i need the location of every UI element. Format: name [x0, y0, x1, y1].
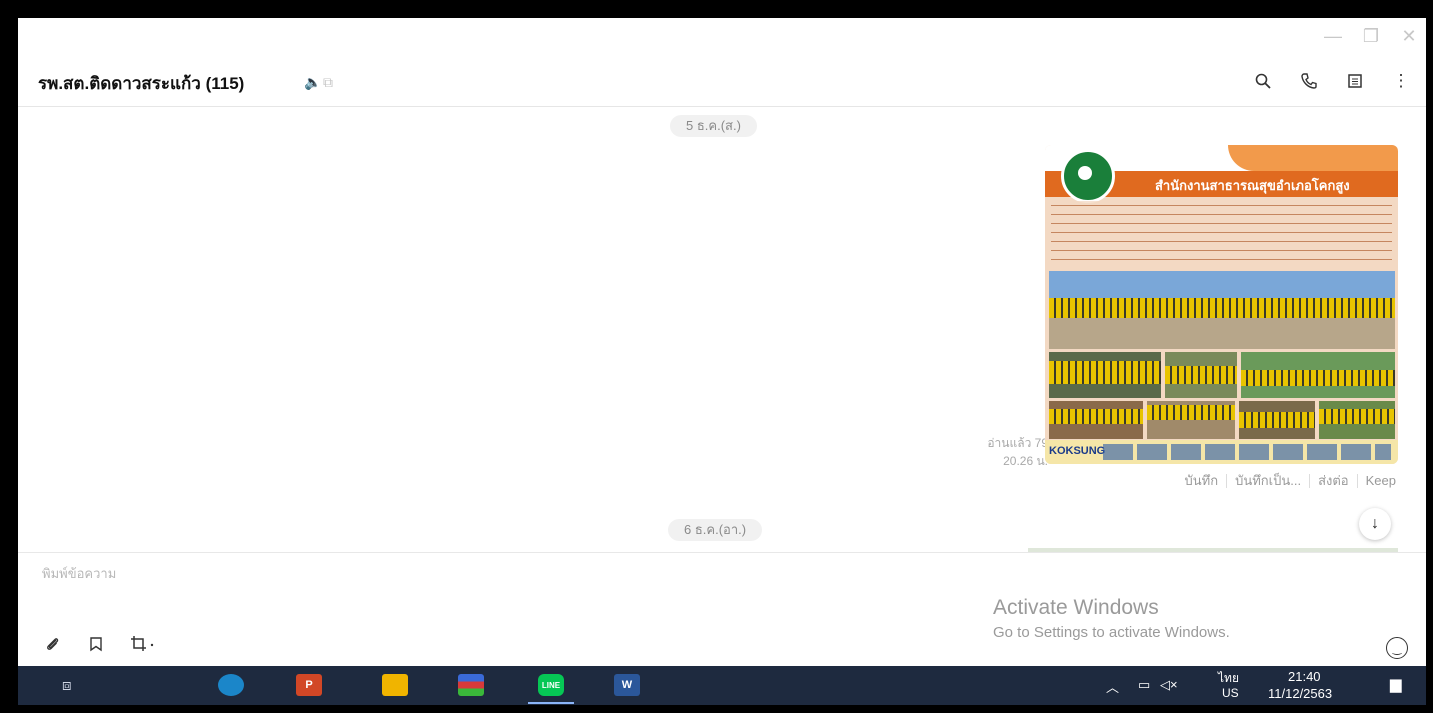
winrar-icon	[458, 674, 484, 696]
activity-photo	[1147, 401, 1235, 439]
active-indicator	[528, 702, 574, 704]
emoji-icon[interactable]: ‿	[1386, 637, 1408, 659]
maximize-icon[interactable]: ❐	[1362, 26, 1380, 47]
message-actions: บันทึก บันทึกเป็น... ส่งต่อ Keep	[1184, 470, 1396, 491]
activity-photo	[1239, 401, 1315, 439]
poster-title: สำนักงานสาธารณสุขอำเภอโคกสูง	[1155, 178, 1350, 193]
mute-icon[interactable]: 🔈	[304, 74, 321, 91]
taskbar-app-file-explorer[interactable]	[382, 672, 408, 698]
popout-icon[interactable]: ⧉	[323, 74, 333, 91]
task-view-button[interactable]: ⧈	[62, 672, 72, 698]
notes-icon[interactable]	[1344, 70, 1366, 92]
date-separator: 5 ธ.ค.(ส.)	[670, 115, 757, 137]
taskbar-app-edge[interactable]	[218, 672, 244, 698]
taskbar-app-winrar[interactable]	[458, 672, 484, 698]
poster-body-text	[1051, 201, 1392, 267]
watermark-line1: Activate Windows	[993, 596, 1159, 619]
keep-action[interactable]: Keep	[1366, 473, 1396, 488]
powerpoint-icon: P	[296, 674, 322, 696]
activity-photo	[1049, 352, 1161, 398]
language-bottom[interactable]: US	[1222, 686, 1239, 700]
window-controls: — ❐ ✕	[1324, 26, 1418, 47]
poster-ribbon	[1228, 145, 1398, 171]
taskbar-app-line[interactable]: LINE	[528, 672, 574, 704]
crop-icon[interactable]	[130, 635, 156, 658]
taskbar-app-word[interactable]: W	[614, 672, 640, 698]
bookmark-icon[interactable]	[88, 636, 104, 657]
activity-photo	[1165, 352, 1237, 398]
activity-photo	[1049, 401, 1143, 439]
system-tray: ︿ ▭ ◁× ไทย US 21:40 11/12/2563 ▆	[1066, 666, 1426, 705]
save-as-action[interactable]: บันทึกเป็น...	[1235, 470, 1301, 491]
activity-photo	[1241, 352, 1395, 398]
moph-logo	[1061, 149, 1115, 203]
message-meta: อ่านแล้ว 79 20.26 น.	[987, 434, 1048, 470]
line-icon: LINE	[538, 674, 564, 696]
date-separator: 6 ธ.ค.(อา.)	[668, 519, 763, 541]
close-icon[interactable]: ✕	[1400, 26, 1418, 47]
paperclip-icon[interactable]	[44, 635, 62, 658]
forward-action[interactable]: ส่งต่อ	[1318, 470, 1349, 491]
header-divider	[18, 106, 1426, 107]
word-icon: W	[614, 674, 640, 696]
read-status: อ่านแล้ว 79	[987, 436, 1048, 450]
search-icon[interactable]	[1252, 70, 1274, 92]
scroll-down-button[interactable]: ↓	[1359, 508, 1391, 540]
line-chat-window: — ❐ ✕ รพ.สต.ติดดาวสระแก้ว (115) 🔈 ⧉ ⋮ 5 …	[18, 18, 1426, 666]
taskbar-app-powerpoint[interactable]: P	[296, 672, 322, 698]
save-action[interactable]: บันทึก	[1184, 470, 1218, 491]
volume-muted-icon[interactable]: ◁×	[1160, 677, 1178, 693]
more-icon[interactable]: ⋮	[1390, 70, 1412, 92]
group-photo	[1049, 271, 1395, 349]
poster-footer: KOKSUNG	[1045, 440, 1398, 464]
minimize-icon[interactable]: —	[1324, 26, 1342, 47]
watermark-line2: Go to Settings to activate Windows.	[993, 624, 1230, 641]
windows-taskbar: ⧈ P LINE W ︿ ▭ ◁× ไทย US 21:40 11/12/256…	[18, 666, 1426, 705]
message-time: 20.26 น.	[1003, 454, 1048, 468]
image-message[interactable]: สำนักงานสาธารณสุขอำเภอโคกสูง KOKSUNG	[1045, 145, 1398, 464]
activity-photo	[1319, 401, 1395, 439]
task-view-icon: ⧈	[62, 676, 72, 694]
chat-header: รพ.สต.ติดดาวสระแก้ว (115) 🔈 ⧉ ⋮	[18, 66, 1426, 108]
poster-brand: KOKSUNG	[1049, 445, 1106, 457]
notification-icon[interactable]: ▆	[1390, 675, 1402, 693]
folder-icon	[382, 674, 408, 696]
message-input[interactable]	[40, 565, 944, 582]
chevron-up-icon[interactable]: ︿	[1106, 677, 1119, 696]
clock-time[interactable]: 21:40	[1288, 669, 1321, 684]
chat-title: รพ.สต.ติดดาวสระแก้ว (115)	[38, 74, 245, 93]
edge-icon	[218, 674, 244, 696]
clock-date[interactable]: 11/12/2563	[1268, 686, 1332, 701]
phone-icon[interactable]	[1298, 70, 1320, 92]
battery-icon[interactable]: ▭	[1138, 677, 1150, 693]
activate-windows-watermark: Activate Windows Go to Settings to activ…	[993, 596, 1230, 641]
arrow-down-icon: ↓	[1371, 515, 1379, 532]
poster-footer-text	[1103, 444, 1391, 460]
